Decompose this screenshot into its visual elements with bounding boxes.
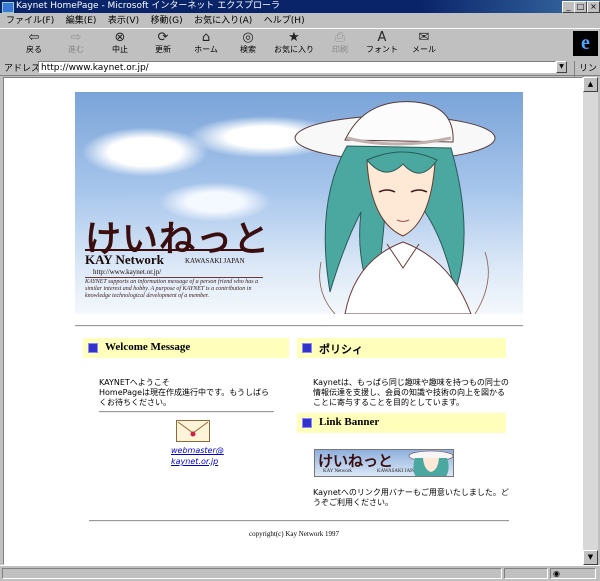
welcome-text: KAYNETへようこそ HomePageは現在作成進行中です。もうしばらくお待ち…	[99, 378, 274, 408]
menu-edit[interactable]: 編集(E)	[66, 14, 97, 28]
policy-heading: ポリシィ	[319, 344, 363, 356]
status-text-area	[2, 568, 502, 579]
window-title: Kaynet HomePage - Microsoft インターネット エクスプ…	[16, 1, 280, 11]
bullet-square-icon	[302, 343, 312, 353]
bullet-square-icon	[302, 418, 312, 428]
refresh-button[interactable]: ⟳ 更新	[143, 31, 183, 59]
back-button[interactable]: ⇦ 戻る	[14, 31, 54, 59]
copyright-text: copyright(c) Kay Network 1997	[248, 530, 339, 538]
search-label: 検索	[240, 45, 256, 54]
address-label: アドレス	[4, 64, 41, 74]
stop-label: 中止	[112, 45, 128, 54]
welcome-line-2: HomePageは現在作成進行中です。もうしばらくお待ちください。	[99, 388, 269, 407]
stop-icon: ⊗	[114, 30, 126, 45]
ie-logo-icon: e	[573, 31, 598, 56]
banner-url: http://www.kaynet.or.jp/	[93, 268, 162, 276]
link-banner-title: けいねっと	[318, 452, 394, 470]
link-banner-subtitle: KAY Network	[323, 469, 352, 474]
font-button[interactable]: A フォント	[362, 31, 402, 59]
welcome-header: Welcome Message	[83, 338, 289, 358]
link-banner-text: Kaynetへのリンク用バナーもご用意いたしました。どうぞご利用ください。	[313, 488, 509, 507]
banner-description: KAYNET supports an information message o…	[85, 279, 259, 299]
vertical-scrollbar[interactable]: ▲ ▼	[583, 77, 598, 565]
back-arrow-icon: ⇦	[28, 30, 40, 45]
page-content: けいねっと KAY Network KAWASAKI JAPAN http://…	[3, 77, 583, 565]
banner-rule-2	[85, 277, 263, 278]
envelope-mail-icon[interactable]	[176, 420, 210, 442]
search-icon: ◎	[242, 30, 254, 45]
welcome-divider	[99, 411, 274, 413]
banner-location: KAWASAKI JAPAN	[185, 257, 245, 265]
close-button[interactable]: ×	[587, 1, 600, 13]
anime-girl-illustration	[294, 101, 496, 314]
title-bar: Kaynet HomePage - Microsoft インターネット エクスプ…	[0, 0, 600, 13]
print-button[interactable]: ⎙ 印刷	[320, 31, 360, 59]
link-banner-header: Link Banner	[297, 413, 506, 433]
home-button[interactable]: ⌂ ホーム	[186, 31, 226, 59]
back-label: 戻る	[26, 45, 42, 54]
address-bar: アドレス http://www.kaynet.or.jp/ ▼ リンク	[0, 60, 600, 87]
webmaster-mail-link[interactable]: webmaster@ kaynet.or.jp	[171, 445, 224, 467]
mail-label: メール	[412, 45, 436, 54]
welcome-heading: Welcome Message	[105, 341, 191, 353]
scroll-up-button[interactable]: ▲	[583, 77, 598, 92]
divider-top	[75, 325, 523, 327]
policy-text: Kaynetは、もっぱら同じ趣味や趣味を持つもの同士の情報伝達を支援し、会員の知…	[313, 378, 509, 407]
refresh-label: 更新	[155, 45, 171, 54]
header-banner: けいねっと KAY Network KAWASAKI JAPAN http://…	[75, 92, 523, 314]
menu-file[interactable]: ファイル(F)	[6, 14, 54, 28]
search-button[interactable]: ◎ 検索	[228, 31, 268, 59]
toolbar: ⇦ 戻る ⇨ 進む ⊗ 中止 ⟳ 更新 ⌂ ホーム ◎ 検索 ★ お気に入り ⎙ 印刷 A フォン…	[0, 28, 600, 61]
stop-button[interactable]: ⊗ 中止	[100, 31, 140, 59]
favorites-label: お気に入り	[274, 45, 314, 54]
forward-button[interactable]: ⇨ 進む	[56, 31, 96, 59]
address-input[interactable]: http://www.kaynet.or.jp/	[38, 61, 556, 73]
banner-rule	[85, 249, 263, 251]
maximize-button[interactable]: □	[574, 1, 587, 13]
address-dropdown-button[interactable]: ▼	[556, 61, 567, 73]
status-progress-area	[504, 568, 548, 579]
refresh-icon: ⟳	[157, 30, 169, 45]
divider-bottom	[89, 520, 509, 522]
ie-app-icon	[2, 2, 14, 13]
welcome-line-1: KAYNETへようこそ	[99, 378, 170, 387]
mail-button[interactable]: ✉ メール	[404, 31, 444, 59]
font-icon: A	[377, 30, 387, 45]
mail-link-line-2[interactable]: kaynet.or.jp	[171, 456, 224, 467]
menu-favorites[interactable]: お気に入り(A)	[194, 14, 252, 28]
mail-icon: ✉	[418, 30, 430, 45]
favorites-button[interactable]: ★ お気に入り	[270, 31, 318, 59]
home-label: ホーム	[194, 45, 218, 54]
menu-help[interactable]: ヘルプ(H)	[264, 14, 305, 28]
policy-header: ポリシィ	[297, 338, 506, 358]
mail-link-line-1[interactable]: webmaster@	[171, 445, 224, 456]
internet-zone-icon: ◉	[553, 569, 560, 578]
print-icon: ⎙	[334, 30, 346, 45]
status-bar: ◉	[0, 565, 600, 581]
font-label: フォント	[366, 45, 398, 54]
menu-view[interactable]: 表示(V)	[108, 14, 139, 28]
envelope-graphic	[177, 421, 209, 437]
link-banner-image[interactable]: けいねっと KAY Network KAWASAKI JAPAN	[314, 449, 454, 477]
menu-go[interactable]: 移動(G)	[151, 14, 183, 28]
forward-arrow-icon: ⇨	[70, 30, 82, 45]
banner-subtitle: KAY Network	[85, 252, 164, 267]
favorites-icon: ★	[288, 30, 300, 45]
link-banner-girl-illustration	[408, 450, 453, 476]
home-icon: ⌂	[201, 30, 211, 45]
forward-label: 進む	[68, 45, 84, 54]
scroll-down-button[interactable]: ▼	[583, 550, 598, 565]
bullet-square-icon	[88, 343, 98, 353]
print-label: 印刷	[332, 45, 348, 54]
status-zone-area: ◉	[550, 568, 596, 579]
menu-bar: ファイル(F) 編集(E) 表示(V) 移動(G) お気に入り(A) ヘルプ(H…	[0, 13, 600, 27]
link-banner-heading: Link Banner	[319, 416, 380, 428]
